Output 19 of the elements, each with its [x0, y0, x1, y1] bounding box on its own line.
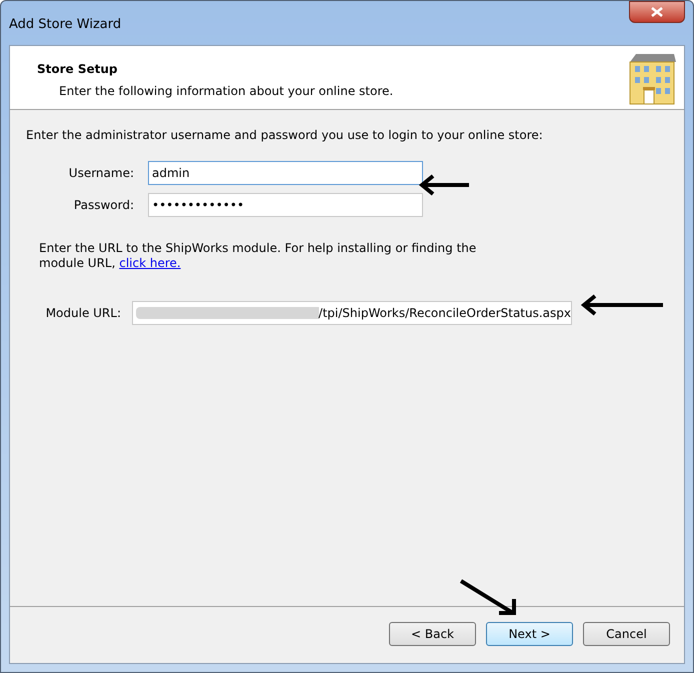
wizard-button[interactable]: Cancel: [583, 622, 670, 646]
field-label: Username:: [68, 165, 135, 182]
close-button[interactable]: [629, 1, 685, 23]
wizard-button[interactable]: < Back: [389, 622, 476, 646]
username-field[interactable]: admin: [148, 161, 423, 185]
module-instructions: Enter the URL to the ShipWorks module. For help installing or finding the module URL, click here.: [39, 241, 478, 271]
arrow-annotation: [419, 173, 471, 197]
password-field[interactable]: •••••••••••••: [148, 193, 423, 217]
window-title: Add Store Wizard: [9, 16, 122, 34]
page-title: Store Setup: [37, 61, 119, 78]
module-url-field[interactable]: /tpi/ShipWorks/ReconcileOrderStatus.aspx: [132, 301, 572, 325]
login-instructions: Enter the administrator username and password you use to login to your online store:: [26, 127, 544, 144]
arrow-annotation: [459, 579, 517, 617]
help-link[interactable]: click here.: [119, 256, 181, 270]
field-label: Module URL:: [44, 305, 122, 322]
page-subtitle: Enter the following information about your online store.: [58, 83, 394, 100]
field-label: Password:: [72, 197, 135, 214]
wizard-button[interactable]: Next >: [486, 622, 573, 646]
close-icon: [651, 7, 663, 17]
